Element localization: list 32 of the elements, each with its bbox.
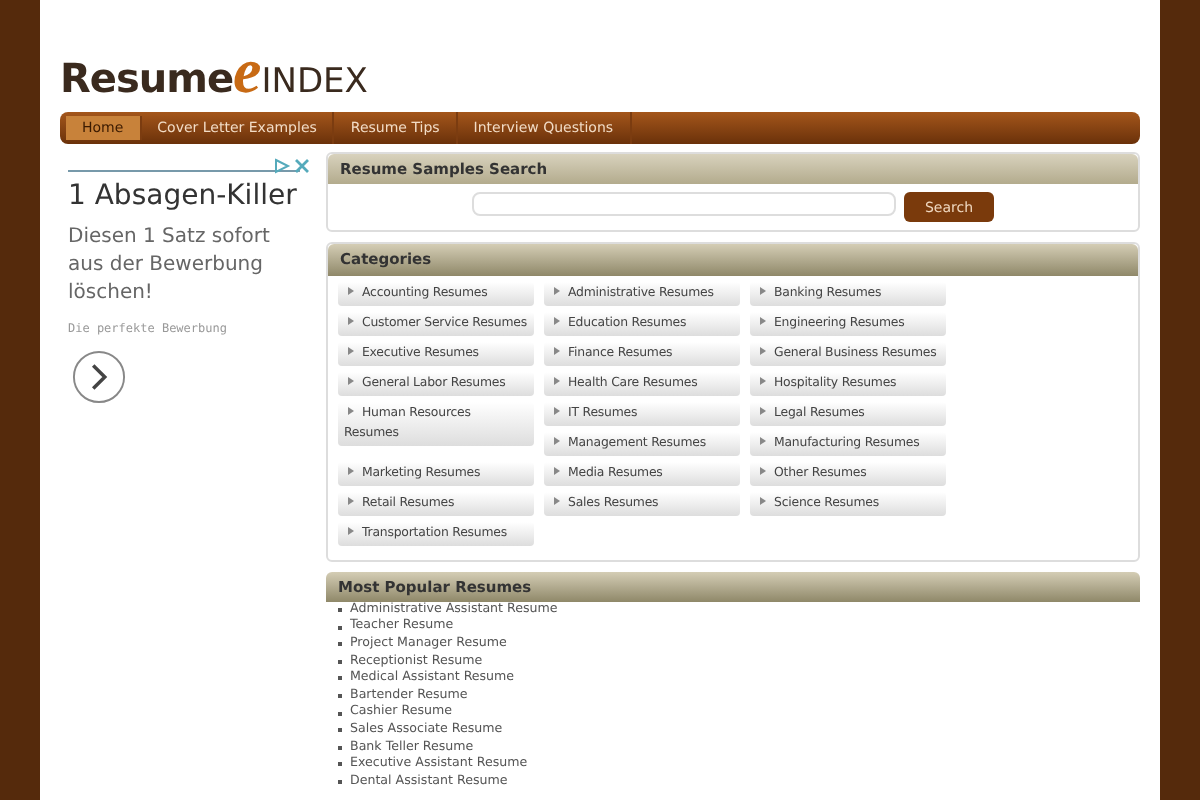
- arrow-icon: [346, 345, 356, 356]
- arrow-icon: [346, 525, 356, 536]
- arrow-icon: [758, 375, 768, 386]
- arrow-icon: [552, 405, 562, 416]
- arrow-icon: [346, 405, 356, 416]
- arrow-icon: [552, 435, 562, 446]
- arrow-icon: [346, 285, 356, 296]
- arrow-icon: [758, 465, 768, 476]
- arrow-icon: [552, 285, 562, 296]
- arrow-icon: [346, 495, 356, 506]
- logo-text: INDEX: [261, 60, 368, 106]
- arrow-icon: [552, 465, 562, 476]
- arrow-icon: [758, 435, 768, 446]
- arrow-icon: [758, 495, 768, 506]
- arrow-icon: [346, 375, 356, 386]
- chevron-icon[interactable]: [72, 350, 126, 404]
- arrow-icon: [346, 465, 356, 476]
- arrow-icon: [758, 345, 768, 356]
- ad-choices-icon[interactable]: [274, 158, 310, 174]
- arrow-icon: [552, 345, 562, 356]
- search-field[interactable]: [472, 192, 897, 217]
- arrow-icon: [758, 285, 768, 296]
- arrow-icon: [758, 405, 768, 416]
- arrow-icon: [758, 315, 768, 326]
- ad-headline[interactable]: 1 Absagen-Killer: [68, 170, 300, 216]
- ad-text: Diesen 1 Satz sofort aus der Bewerbung löschen!: [68, 224, 272, 308]
- arrow-icon: [552, 375, 562, 386]
- arrow-icon: [552, 495, 562, 506]
- arrow-icon: [346, 315, 356, 326]
- logo-letter: e: [233, 52, 262, 88]
- arrow-icon: [552, 315, 562, 326]
- logo-text: Resume: [60, 52, 234, 106]
